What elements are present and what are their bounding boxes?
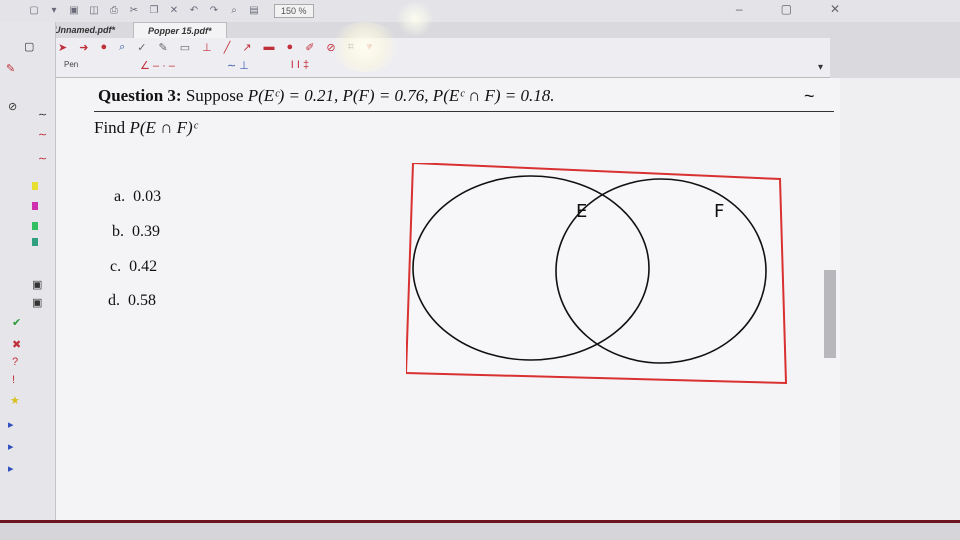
maximize-icon[interactable]: ▢ — [781, 2, 792, 16]
choice-letter: c. — [110, 258, 122, 275]
arrow-icon[interactable]: ▸ — [8, 418, 14, 431]
cross-icon[interactable]: ✖ — [12, 338, 21, 351]
sticky-note-icon[interactable]: ▢ — [24, 40, 34, 53]
annotation-toolbar: ➤ ➜ ● ⌕ ✓ ✎ ▭ ⊥ ╱ ↗ ▬ ● ✐ ⊘ ⌗ ♥ ∠ – · – … — [40, 38, 830, 78]
choice-value: 0.58 — [128, 292, 156, 309]
color-swatch-teal[interactable] — [32, 238, 38, 246]
pointer-icon[interactable]: ➤ — [58, 41, 67, 54]
ellipse-icon[interactable]: ● — [287, 41, 294, 53]
arrow-icon[interactable]: ↗ — [242, 41, 251, 54]
attach-icon[interactable]: ⊘ — [8, 100, 17, 113]
arrow-icon[interactable]: ▸ — [8, 462, 14, 475]
choice-b[interactable]: b. 0.39 — [112, 223, 160, 241]
select-icon[interactable]: ➜ — [79, 41, 88, 54]
pen-icon[interactable]: ✎ — [158, 41, 167, 54]
copy-icon[interactable]: ❐ — [148, 5, 160, 17]
highlight-icon[interactable]: ✐ — [305, 41, 314, 54]
question-math: P(Eᶜ) = 0.21, P(F) = 0.76, P(Eᶜ ∩ F) = 0… — [247, 86, 555, 105]
tilde-icon[interactable]: ∼ — [38, 128, 47, 141]
window-close-icon[interactable]: ✕ — [830, 2, 840, 16]
page-margin-right — [840, 78, 960, 520]
choice-letter: b. — [112, 223, 124, 240]
line-icon[interactable]: ╱ — [224, 41, 231, 54]
zoom-icon[interactable]: ⌕ — [119, 41, 125, 54]
page-icon[interactable]: ▤ — [248, 5, 260, 17]
vertical-scrollbar[interactable] — [824, 270, 836, 358]
minimize-icon[interactable]: – — [736, 2, 743, 16]
find-line: Find P(E ∩ F)ᶜ — [94, 118, 197, 138]
choice-letter: d. — [108, 292, 120, 309]
star-icon[interactable]: ★ — [10, 394, 20, 407]
new-icon[interactable]: ▢ — [28, 5, 40, 17]
arrow-icon[interactable]: ▸ — [8, 440, 14, 453]
venn-diagram: E F — [406, 163, 788, 385]
pen-label: Pen — [64, 60, 79, 69]
exclamation-icon[interactable]: ! — [12, 374, 15, 386]
choice-a[interactable]: a. 0.03 — [114, 188, 161, 206]
status-area — [0, 520, 960, 540]
list-icon[interactable]: ▣ — [32, 296, 42, 309]
choice-value: 0.42 — [129, 258, 158, 275]
choice-letter: a. — [114, 188, 126, 205]
rectangle-icon[interactable]: ▬ — [264, 41, 275, 53]
redo-icon[interactable]: ↷ — [208, 5, 220, 17]
text-select-icon[interactable]: ✓ — [137, 41, 146, 54]
pen-style-icon[interactable]: ∼ ⊥ — [227, 59, 249, 72]
question-text: Suppose — [185, 86, 248, 105]
pen-icon[interactable]: ✎ — [6, 62, 15, 75]
chevron-down-icon[interactable]: ▾ — [818, 62, 823, 73]
color-swatch-magenta[interactable] — [32, 202, 38, 210]
check-icon[interactable]: ✔ — [12, 316, 21, 329]
question-icon[interactable]: ? — [12, 356, 18, 368]
pdf-page: Question 3: Suppose P(Eᶜ) = 0.21, P(F) =… — [56, 78, 840, 520]
print-icon[interactable]: ⎙ — [108, 5, 120, 17]
hand-icon[interactable]: ● — [100, 41, 107, 53]
tilde-mark: ~ — [804, 86, 815, 106]
text-format-icon[interactable]: I I ‡ — [291, 59, 309, 71]
venn-label-f: F — [714, 201, 724, 222]
window-controls: – ▢ ✕ — [736, 2, 840, 16]
tilde-icon[interactable]: ∼ — [38, 152, 47, 165]
pen-width-icon[interactable]: ∠ – · – — [140, 59, 175, 72]
find-text: Find — [94, 118, 130, 137]
choice-value: 0.03 — [133, 188, 162, 205]
color-swatch-yellow[interactable] — [32, 182, 38, 190]
cut-icon[interactable]: ✂ — [128, 5, 140, 17]
zoom-level[interactable]: 150 % — [274, 4, 314, 18]
question-underline — [94, 111, 834, 112]
choice-d[interactable]: d. 0.58 — [108, 292, 156, 310]
find-math: P(E ∩ F)ᶜ — [129, 118, 198, 137]
close-icon[interactable]: ✕ — [168, 5, 180, 17]
screen-glare — [395, 2, 435, 36]
save-as-icon[interactable]: ◫ — [88, 5, 100, 17]
open-icon[interactable]: ▾ — [48, 5, 60, 17]
color-swatch-green[interactable] — [32, 222, 38, 230]
save-icon[interactable]: ▣ — [68, 5, 80, 17]
stamp-icon[interactable]: ⊥ — [202, 41, 212, 54]
venn-label-e: E — [576, 201, 587, 222]
question-label: Question 3: — [98, 86, 182, 105]
left-sidebar: ▢ ✎ ⊘ ∼ ∼ ∼ ▣ ▣ ✔ ✖ ? ! ★ ▸ ▸ ▸ — [0, 22, 56, 540]
textbox-icon[interactable]: ▭ — [180, 41, 190, 54]
bottom-divider — [0, 520, 960, 523]
venn-border — [406, 163, 788, 385]
tilde-icon[interactable]: ∼ — [38, 108, 47, 121]
choice-value: 0.39 — [132, 223, 160, 240]
list-icon[interactable]: ▣ — [32, 278, 42, 291]
screen-glare — [330, 22, 400, 72]
find-icon[interactable]: ⌕ — [228, 5, 240, 17]
choice-c[interactable]: c. 0.42 — [110, 258, 157, 276]
question-line: Question 3: Suppose P(Eᶜ) = 0.21, P(F) =… — [98, 86, 555, 106]
undo-icon[interactable]: ↶ — [188, 5, 200, 17]
